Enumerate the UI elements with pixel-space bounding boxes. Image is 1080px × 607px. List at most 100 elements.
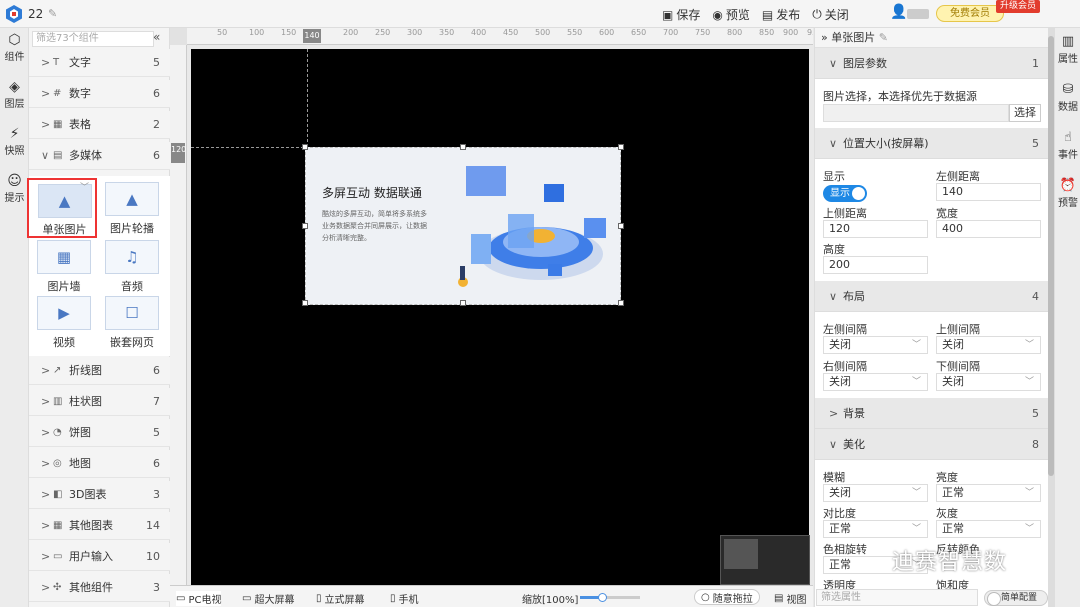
blur-select[interactable]: 关闭 [823, 484, 928, 502]
publish-button[interactable]: ▤ 发布 [762, 6, 800, 23]
tab-pc-tv[interactable]: ▭ PC电视 [176, 591, 222, 606]
rail-properties[interactable]: ▥ 属性 [1055, 28, 1080, 76]
category-line-chart[interactable]: > ↗ 折线图 6 [29, 357, 170, 385]
rail-components[interactable]: ⬡ 组件 [0, 28, 29, 75]
tab-vertical-screen[interactable]: ▯ 立式屏幕 [316, 591, 365, 606]
category-other-components[interactable]: > ✣ 其他组件 3 [29, 574, 170, 602]
brightness-select[interactable]: 正常 [936, 484, 1041, 502]
tile-audio[interactable]: ♫ 音频 [103, 240, 161, 296]
resize-handle-ne[interactable] [618, 144, 624, 150]
map-icon: ◎ [53, 458, 62, 469]
image-icon: ▲ [37, 184, 92, 218]
zoom-slider-knob[interactable] [598, 593, 607, 602]
top-ruler: 50 100 150 200 250 300 350 400 450 500 5… [187, 28, 813, 45]
section-position-size[interactable]: ∨ 位置大小(按屏幕) 5 [815, 128, 1048, 159]
selected-image-component[interactable]: 多屏互动 数据联通 酷炫的多屏互动，简单将多系统多业务数据聚合并同屏展示，让数据… [302, 144, 624, 306]
section-beautify[interactable]: ∨ 美化 8 [815, 429, 1048, 460]
category-3d-chart[interactable]: > ◧ 3D图表 3 [29, 481, 170, 509]
phone-icon: ▯ [390, 593, 396, 604]
category-bar-chart[interactable]: > ▥ 柱状图 7 [29, 388, 170, 416]
upgrade-button[interactable]: 升级会员 [996, 0, 1040, 13]
category-pie-chart[interactable]: > ◔ 饼图 5 [29, 419, 170, 447]
resize-handle-s[interactable] [460, 300, 466, 306]
carousel-icon: ▲ [105, 182, 159, 216]
watermark: 迪赛智慧数 [892, 550, 1008, 575]
free-drag-toggle[interactable]: ○ 随意拖拉 [694, 589, 760, 605]
rail-layers[interactable]: ◈ 图层 [0, 75, 29, 122]
section-layout[interactable]: ∨ 布局 4 [815, 281, 1048, 312]
chevron-right-icon: > [41, 581, 51, 594]
select-image-button[interactable]: 选择 [1009, 104, 1041, 122]
resize-handle-se[interactable] [618, 300, 624, 306]
right-icon-rail: ▥ 属性 ⛁ 数据 ☝ 事件 ⏰ 预警 [1054, 28, 1080, 607]
save-button[interactable]: ▣ 保存 [662, 6, 700, 23]
grayscale-select[interactable]: 正常 [936, 520, 1041, 538]
tab-phone[interactable]: ▯ 手机 [390, 591, 419, 606]
zoom-slider[interactable] [580, 593, 640, 602]
tile-image-carousel[interactable]: ▲ 图片轮播 [103, 182, 161, 238]
view-button[interactable]: ▤ 视图 [774, 591, 806, 606]
section-layer-params[interactable]: ∨ 图层参数 1 [815, 48, 1048, 79]
tile-image-wall[interactable]: ▦ 图片墙 [35, 240, 93, 296]
edit-title-icon[interactable]: ✎ [879, 31, 888, 44]
resize-handle-n[interactable] [460, 144, 466, 150]
resize-handle-nw[interactable] [302, 144, 308, 150]
resize-handle-e[interactable] [618, 223, 624, 229]
top-distance-input[interactable]: 120 [823, 220, 928, 238]
left-distance-input[interactable]: 140 [936, 183, 1041, 201]
expand-icon[interactable]: » [821, 31, 828, 44]
category-text[interactable]: > T 文字 5 [29, 49, 170, 77]
rail-events[interactable]: ☝ 事件 [1055, 124, 1080, 172]
edit-name-icon[interactable]: ✎ [48, 7, 57, 20]
contrast-select[interactable]: 正常 [823, 520, 928, 538]
resize-handle-w[interactable] [302, 223, 308, 229]
display-toggle[interactable]: 显示 [823, 185, 867, 202]
position-guide-vertical [307, 49, 308, 147]
tile-single-image[interactable]: ▲ 单张图片 [27, 178, 97, 238]
rail-alerts[interactable]: ⏰ 预警 [1055, 172, 1080, 220]
category-other-charts[interactable]: > ▦ 其他图表 14 [29, 512, 170, 540]
position-guide-horizontal [191, 147, 309, 148]
category-map[interactable]: > ◎ 地图 6 [29, 450, 170, 478]
brightness-label: 亮度 [936, 471, 958, 484]
category-media[interactable]: ∨ ▤ 多媒体 6 [29, 142, 170, 170]
chevron-right-icon: > [41, 87, 51, 100]
toggle-knob [852, 187, 865, 200]
vip-badge[interactable]: 免费会员 [936, 5, 1004, 22]
top-gap-select[interactable]: 关闭 [936, 336, 1041, 354]
height-input[interactable]: 200 [823, 256, 928, 274]
component-search-input[interactable]: 筛选73个组件 [32, 31, 154, 47]
canvas-area[interactable]: 多屏互动 数据联通 酷炫的多屏互动，简单将多系统多业务数据聚合并同屏展示，让数据… [187, 45, 813, 585]
bottom-gap-select[interactable]: 关闭 [936, 373, 1041, 391]
minimap[interactable] [720, 535, 810, 585]
category-table[interactable]: > ▦ 表格 2 [29, 111, 170, 139]
rail-data[interactable]: ⛁ 数据 [1055, 76, 1080, 124]
contrast-label: 对比度 [823, 507, 856, 520]
image-wall-icon: ▦ [37, 240, 91, 274]
resize-handle-sw[interactable] [302, 300, 308, 306]
screen-canvas[interactable]: 多屏互动 数据联通 酷炫的多屏互动，简单将多系统多业务数据聚合并同屏展示，让数据… [191, 49, 809, 585]
minimap-viewport[interactable] [724, 539, 758, 569]
preview-button[interactable]: ◉ 预览 [712, 6, 750, 23]
image-path-field[interactable] [823, 104, 1009, 122]
simple-config-toggle[interactable]: 简单配置 [984, 590, 1048, 606]
close-button[interactable]: ⏻ 关闭 [812, 6, 849, 23]
left-gap-select[interactable]: 关闭 [823, 336, 928, 354]
rail-tips[interactable]: ☺ 提示 [0, 169, 29, 216]
collapse-panel-icon[interactable]: « [153, 30, 160, 44]
right-gap-select[interactable]: 关闭 [823, 373, 928, 391]
user-icon[interactable]: 👤 [890, 4, 907, 20]
chevron-down-icon: ∨ [829, 57, 838, 70]
cube-icon: ⬡ [8, 32, 21, 48]
tile-video[interactable]: ▶ 视频 [35, 296, 93, 352]
width-input[interactable]: 400 [936, 220, 1041, 238]
rail-snapshot[interactable]: ⚡ 快照 [0, 122, 29, 169]
category-number[interactable]: > # 数字 6 [29, 80, 170, 108]
filter-properties-input[interactable]: 筛选属性 [816, 589, 978, 606]
tile-embed-webpage[interactable]: ☐ 嵌套网页 [103, 296, 161, 352]
tab-widescreen[interactable]: ▭ 超大屏幕 [242, 591, 294, 606]
section-background[interactable]: > 背景 5 [815, 398, 1048, 429]
zoom-label: 缩放[100%] [522, 595, 579, 606]
right-gap-label: 右侧间隔 [823, 360, 867, 373]
category-user-input[interactable]: > ▭ 用户输入 10 [29, 543, 170, 571]
